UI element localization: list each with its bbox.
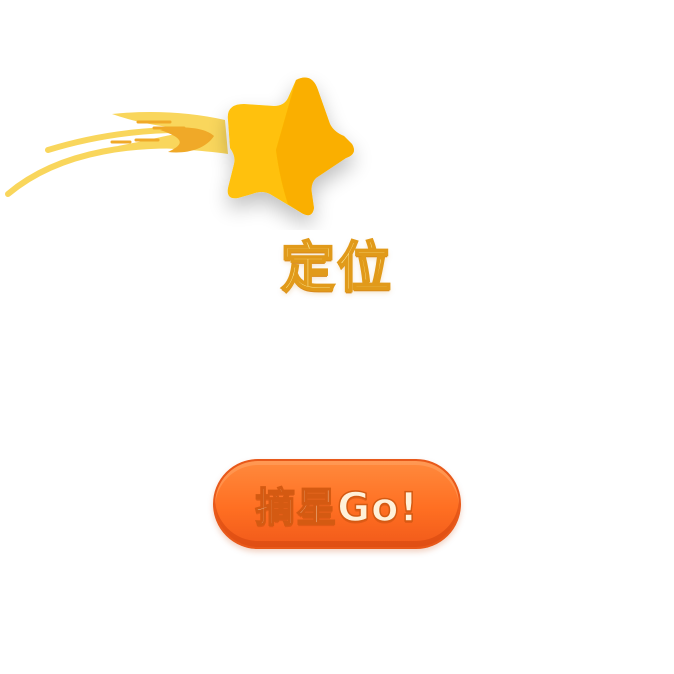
star-trail xyxy=(5,112,228,197)
page-title: 定位 xyxy=(280,235,393,300)
shooting-star-icon xyxy=(5,77,354,216)
launch-screen: 定位 摘星Go! xyxy=(0,0,674,674)
go-button-label: 摘星Go! xyxy=(254,484,419,532)
star-shape xyxy=(227,77,354,216)
go-button[interactable]: 摘星Go! xyxy=(213,459,461,549)
